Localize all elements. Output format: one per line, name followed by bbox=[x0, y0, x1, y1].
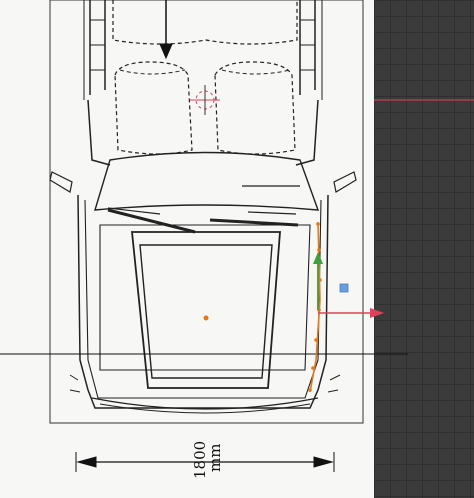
car-blueprint bbox=[49, 0, 357, 414]
object-origin-dot[interactable] bbox=[203, 315, 209, 321]
dimension-unit: mm bbox=[206, 444, 224, 472]
direction-arrow bbox=[159, 0, 173, 60]
viewport-3d[interactable]: 1800 mm bbox=[0, 0, 474, 498]
move-gizmo-icon[interactable] bbox=[313, 252, 384, 318]
blueprint-scene: 1800 mm bbox=[0, 0, 474, 479]
